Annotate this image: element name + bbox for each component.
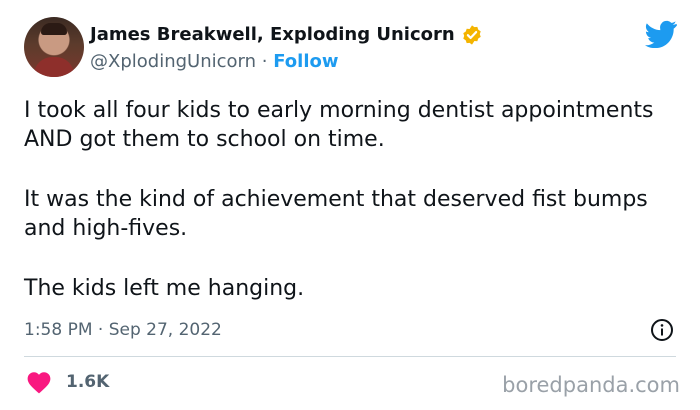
- handle-separator: ·: [261, 51, 268, 72]
- author-name-row: James Breakwell, Exploding Unicorn: [90, 23, 483, 47]
- verified-badge-icon: [462, 25, 481, 45]
- watermark: boredpanda.com: [502, 373, 680, 397]
- avatar[interactable]: [24, 17, 84, 77]
- heart-icon: [27, 372, 51, 394]
- info-icon[interactable]: [650, 318, 674, 342]
- follow-button[interactable]: Follow: [273, 51, 338, 72]
- tweet-paragraph: I took all four kids to early morning de…: [24, 98, 654, 152]
- tweet-paragraph: It was the kind of achievement that dese…: [24, 187, 648, 241]
- divider: [24, 356, 676, 357]
- like-count: 1.6K: [66, 372, 110, 392]
- twitter-bird-icon[interactable]: [645, 20, 677, 48]
- tweet-paragraph: The kids left me hanging.: [24, 276, 305, 301]
- tweet-timestamp[interactable]: 1:58 PM · Sep 27, 2022: [24, 318, 222, 342]
- tweet-body: I took all four kids to early morning de…: [24, 96, 674, 334]
- avatar-hair: [41, 23, 67, 35]
- author-handle[interactable]: @XplodingUnicorn: [90, 51, 256, 72]
- author-handle-row: @XplodingUnicorn · Follow: [90, 50, 339, 74]
- like-button[interactable]: 1.6K: [26, 370, 109, 394]
- author-display-name[interactable]: James Breakwell, Exploding Unicorn: [90, 23, 455, 47]
- avatar-shirt: [34, 57, 74, 77]
